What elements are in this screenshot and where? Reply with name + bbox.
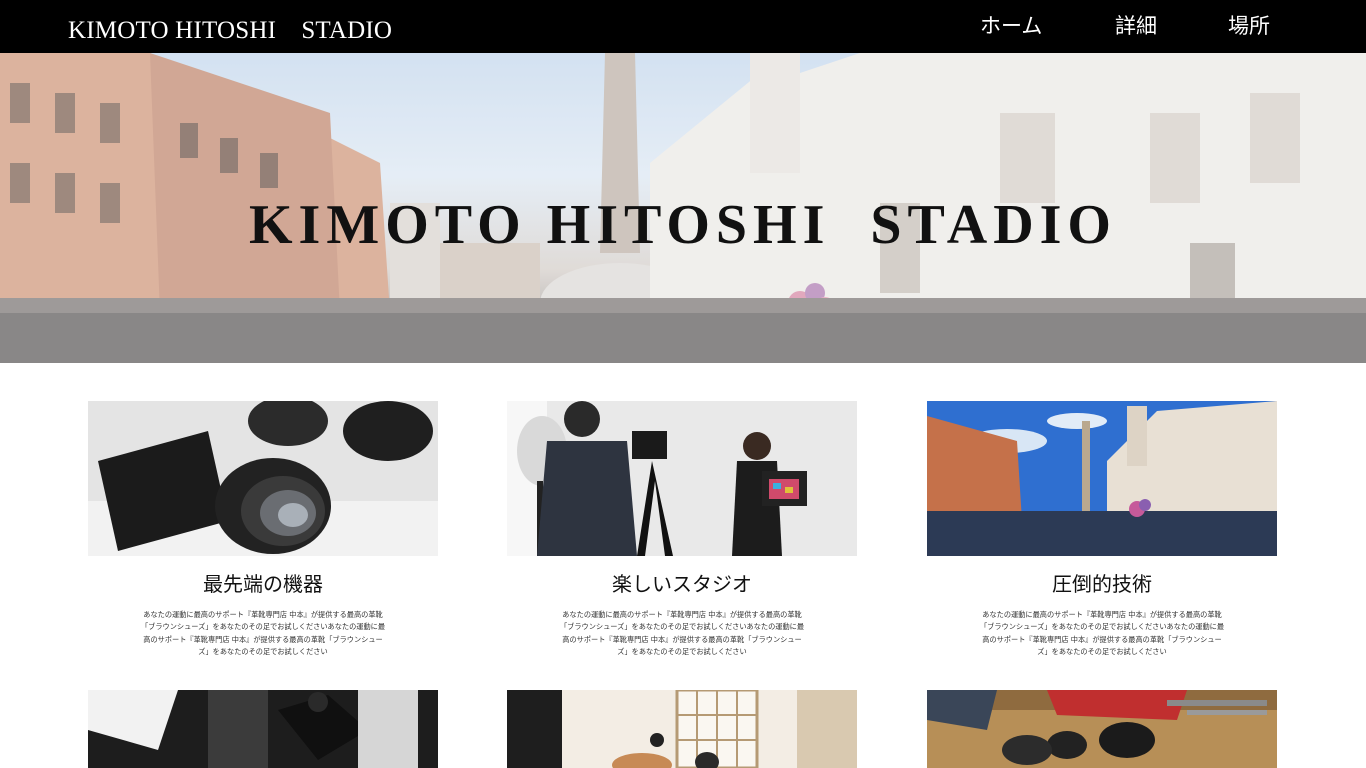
feature-card-technique: 圧倒的技術 あなたの運動に最高のサポート『革靴専門店 中本』が提供する最高の革靴… bbox=[927, 401, 1277, 658]
nav-location-link[interactable]: 場所 bbox=[1228, 10, 1270, 40]
hero-banner: KIMOTO HITOSHI STADIO bbox=[0, 53, 1366, 363]
feature-title: 圧倒的技術 bbox=[1052, 572, 1152, 596]
nav-home-link[interactable]: ホーム bbox=[980, 10, 1042, 40]
nav-details-link[interactable]: 詳細 bbox=[1115, 10, 1157, 40]
feature-title: 最先端の機器 bbox=[203, 572, 323, 596]
feature-text: あなたの運動に最高のサポート『革靴専門店 中本』が提供する最高の革靴「ブラウンシ… bbox=[979, 610, 1225, 656]
studio-photo bbox=[507, 401, 857, 556]
feature-card-studio: 楽しいスタジオ あなたの運動に最高のサポート『革靴専門店 中本』が提供する最高の… bbox=[507, 401, 857, 658]
hero-title: KIMOTO HITOSHI STADIO bbox=[249, 194, 1117, 256]
feature-text: あなたの運動に最高のサポート『革靴専門店 中本』が提供する最高の革靴「ブラウンシ… bbox=[559, 610, 805, 656]
feature-card-equipment: 最先端の機器 あなたの運動に最高のサポート『革靴専門店 中本』が提供する最高の革… bbox=[88, 401, 438, 658]
city-photo bbox=[927, 401, 1277, 556]
studio-lighting-photo bbox=[88, 690, 438, 768]
top-navbar: KIMOTO HITOSHI STADIO ホーム 詳細 場所 bbox=[0, 0, 1366, 53]
japanese-room-photo bbox=[507, 690, 857, 768]
gallery-card bbox=[927, 690, 1277, 768]
feature-text: あなたの運動に最高のサポート『革靴専門店 中本』が提供する最高の革靴「ブラウンシ… bbox=[140, 610, 386, 656]
gallery-card bbox=[507, 690, 857, 768]
photo-gear-photo bbox=[927, 690, 1277, 768]
brand-logo[interactable]: KIMOTO HITOSHI STADIO bbox=[68, 10, 392, 46]
feature-title: 楽しいスタジオ bbox=[612, 572, 752, 596]
gallery-card bbox=[88, 690, 438, 768]
camera-photo bbox=[88, 401, 438, 556]
